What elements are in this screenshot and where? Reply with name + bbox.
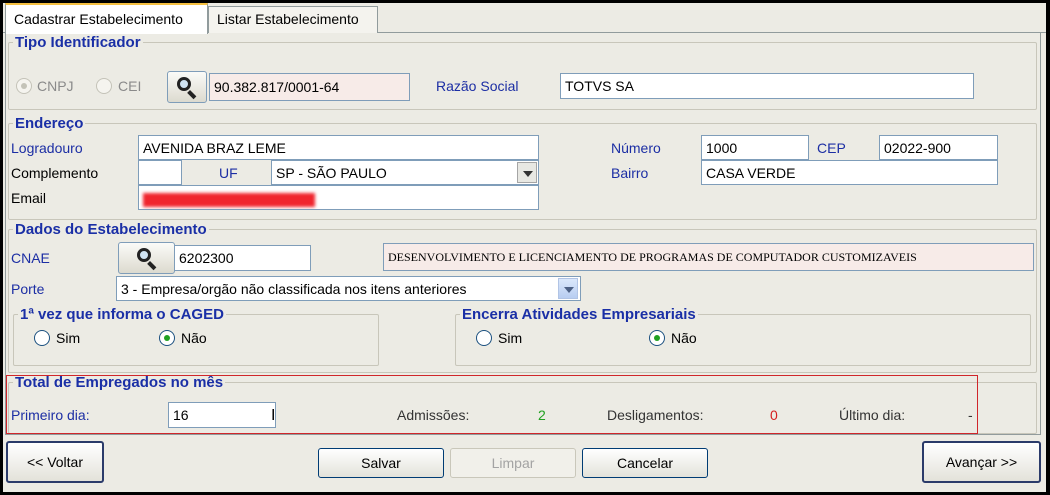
admissoes-label: Admissões: [397, 407, 470, 423]
salvar-button[interactable]: Salvar [318, 448, 444, 478]
email-label: Email [11, 190, 47, 206]
highlight-box [6, 375, 978, 434]
group-title: Encerra Atividades Empresariais [462, 306, 696, 323]
voltar-button[interactable]: << Voltar [6, 441, 104, 483]
primeiro-dia-input[interactable]: 16 [168, 402, 276, 428]
limpar-button[interactable]: Limpar [450, 448, 576, 478]
razao-social-input[interactable]: TOTVS SA [560, 73, 974, 99]
cep-input[interactable]: 02022-900 [879, 135, 998, 160]
text-cursor-icon: I [271, 407, 276, 424]
porte-label: Porte [11, 281, 45, 297]
window: Cadastrar Estabelecimento Listar Estabel… [3, 3, 1046, 492]
desligamentos-value: 0 [770, 407, 778, 423]
desligamentos-label: Desligamentos: [607, 407, 704, 423]
ultimo-dia-label: Último dia: [839, 407, 906, 423]
chevron-down-icon[interactable] [558, 278, 578, 299]
bairro-input[interactable]: CASA VERDE [701, 160, 998, 185]
chevron-down-icon[interactable] [517, 162, 537, 183]
tab-listar[interactable]: Listar Estabelecimento [208, 6, 378, 33]
radio-encerra-sim[interactable] [476, 330, 492, 346]
group-encerra-atividades: Encerra Atividades Empresariais [455, 306, 1031, 366]
radio-caged-nao-label: Não [181, 330, 207, 346]
radio-caged-sim-label: Sim [56, 330, 81, 346]
search-identificador-button[interactable] [167, 71, 207, 103]
cancelar-button[interactable]: Cancelar [582, 448, 708, 478]
logradouro-label: Logradouro [11, 140, 83, 156]
email-input[interactable] [138, 185, 539, 210]
uf-select[interactable]: SP - SÃO PAULO [271, 160, 539, 185]
ultimo-dia-value: - [968, 407, 973, 423]
avancar-button[interactable]: Avançar >> [922, 441, 1041, 483]
cnae-input[interactable]: 6202300 [174, 245, 311, 271]
identificador-input[interactable]: 90.382.817/0001-64 [209, 73, 410, 101]
cep-label: CEP [817, 140, 846, 156]
bairro-label: Bairro [611, 165, 649, 181]
uf-label: UF [219, 165, 238, 181]
group-title: 1ª vez que informa o CAGED [20, 306, 224, 323]
razao-social-label: Razão Social [436, 78, 519, 94]
radio-cnpj-label: CNPJ [37, 78, 74, 94]
group-title: Tipo Identificador [15, 34, 141, 51]
cnae-label: CNAE [11, 250, 50, 266]
complemento-label: Complemento [11, 165, 99, 181]
cnae-description: DESENVOLVIMENTO E LICENCIAMENTO DE PROGR… [383, 243, 1034, 271]
tab-cadastrar[interactable]: Cadastrar Estabelecimento [5, 3, 208, 34]
complemento-input[interactable] [138, 160, 182, 185]
group-title: Endereço [15, 115, 84, 132]
search-cnae-button[interactable] [118, 242, 175, 274]
radio-encerra-nao-label: Não [671, 330, 697, 346]
radio-cei-label: CEI [118, 78, 142, 94]
porte-select[interactable]: 3 - Empresa/orgão não classificada nos i… [116, 276, 581, 301]
primeiro-dia-label: Primeiro dia: [11, 407, 90, 423]
numero-label: Número [611, 140, 661, 156]
radio-cei[interactable] [96, 78, 112, 94]
radio-encerra-nao[interactable] [649, 330, 665, 346]
radio-caged-nao[interactable] [159, 330, 175, 346]
search-icon [137, 248, 151, 262]
redacted-email [143, 193, 315, 207]
radio-encerra-sim-label: Sim [498, 330, 523, 346]
radio-cnpj[interactable] [16, 78, 32, 94]
numero-input[interactable]: 1000 [701, 135, 809, 160]
radio-caged-sim[interactable] [34, 330, 50, 346]
tab-bar: Cadastrar Estabelecimento Listar Estabel… [3, 3, 1046, 34]
group-title: Dados do Estabelecimento [15, 221, 207, 238]
logradouro-input[interactable]: AVENIDA BRAZ LEME [138, 135, 539, 160]
search-icon [177, 77, 191, 91]
admissoes-value: 2 [538, 407, 546, 423]
